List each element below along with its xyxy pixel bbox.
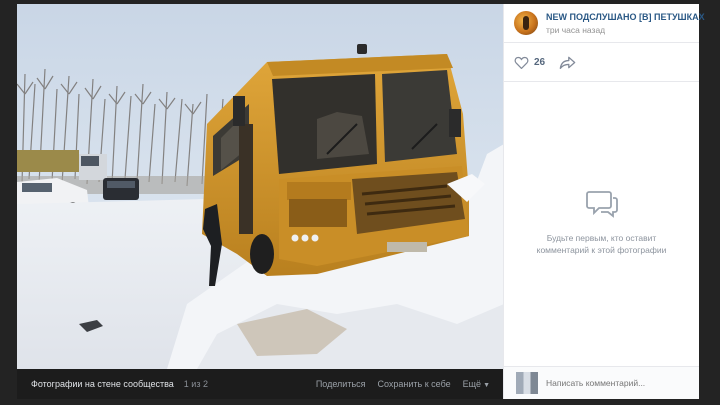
more-menu-button[interactable]: Ещё ▼ xyxy=(463,379,490,389)
comments-empty-text: Будьте первым, кто оставит комментарий к… xyxy=(536,233,667,255)
photo-column: Фотографии на стене сообщества 1 из 2 По… xyxy=(17,4,504,399)
photo[interactable] xyxy=(17,4,504,369)
post-header-text: NEW ПОДСЛУШАНО [В] ПЕТУШКАХ три часа наз… xyxy=(546,12,705,35)
heart-outline-icon xyxy=(514,56,529,69)
photo-bottom-bar: Фотографии на стене сообщества 1 из 2 По… xyxy=(17,369,504,399)
comments-empty-state: Будьте первым, кто оставит комментарий к… xyxy=(504,189,699,256)
photo-image xyxy=(17,4,504,369)
community-name-link[interactable]: NEW ПОДСЛУШАНО [В] ПЕТУШКАХ xyxy=(546,12,705,22)
photo-sidebar: NEW ПОДСЛУШАНО [В] ПЕТУШКАХ три часа наз… xyxy=(503,4,705,399)
share-arrow-icon xyxy=(559,56,576,69)
post-actions: 26 xyxy=(504,43,699,82)
post-time[interactable]: три часа назад xyxy=(546,25,705,35)
save-photo-link[interactable]: Сохранить к себе xyxy=(378,379,451,389)
post-header: NEW ПОДСЛУШАНО [В] ПЕТУШКАХ три часа наз… xyxy=(504,4,705,43)
comment-composer xyxy=(504,366,699,399)
user-avatar xyxy=(516,372,538,394)
share-button[interactable] xyxy=(559,56,576,69)
album-title-link[interactable]: Фотографии на стене сообщества xyxy=(31,379,174,389)
photo-actions: Поделиться Сохранить к себе Ещё ▼ xyxy=(316,379,490,389)
chevron-down-icon: ▼ xyxy=(483,382,490,389)
like-count: 26 xyxy=(534,56,546,68)
community-avatar[interactable] xyxy=(514,11,538,35)
comment-input[interactable] xyxy=(544,377,698,389)
share-photo-link[interactable]: Поделиться xyxy=(316,379,366,389)
like-button[interactable]: 26 xyxy=(514,56,545,69)
photo-counter: 1 из 2 xyxy=(183,379,208,389)
more-label: Ещё xyxy=(462,379,482,389)
photo-viewer: Фотографии на стене сообщества 1 из 2 По… xyxy=(17,4,705,399)
speech-bubbles-icon xyxy=(585,191,618,218)
